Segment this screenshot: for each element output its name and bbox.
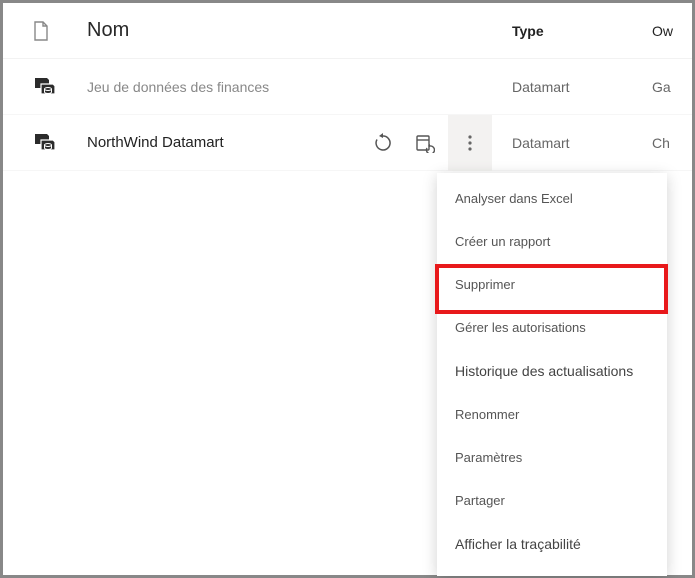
header-owner[interactable]: Ow — [652, 23, 692, 39]
refresh-button[interactable] — [364, 124, 402, 162]
row-actions — [362, 115, 492, 171]
menu-analyze-excel[interactable]: Analyser dans Excel — [437, 177, 667, 220]
row-icon-cell — [31, 131, 65, 155]
datamart-icon — [31, 75, 59, 99]
more-options-button[interactable] — [448, 115, 492, 171]
menu-settings[interactable]: Paramètres — [437, 436, 667, 479]
menu-create-report[interactable]: Créer un rapport — [437, 220, 667, 263]
menu-rename[interactable]: Renommer — [437, 393, 667, 436]
header-icon-cell — [31, 20, 65, 42]
document-icon — [31, 20, 51, 42]
menu-view-lineage[interactable]: Afficher la traçabilité — [437, 522, 667, 566]
row-type: Datamart — [492, 79, 652, 95]
schedule-refresh-button[interactable] — [406, 124, 444, 162]
row-name[interactable]: Jeu de données des finances — [65, 79, 362, 95]
row-owner: Ga — [652, 79, 692, 95]
header-type[interactable]: Type — [492, 23, 652, 39]
row-owner: Ch — [652, 135, 692, 151]
datamart-icon — [31, 131, 59, 155]
menu-manage-permissions[interactable]: Gérer les autorisations — [437, 306, 667, 349]
menu-share[interactable]: Partager — [437, 479, 667, 522]
row-name[interactable]: NorthWind Datamart — [65, 134, 362, 151]
context-menu: Analyser dans Excel Créer un rapport Sup… — [437, 173, 667, 576]
header-name[interactable]: Nom — [65, 19, 362, 42]
row-type: Datamart — [492, 135, 652, 151]
row-icon-cell — [31, 75, 65, 99]
table-row[interactable]: Jeu de données des finances Datamart Ga — [3, 59, 692, 115]
table-header: Nom Type Ow — [3, 3, 692, 59]
table-row[interactable]: NorthWind Datamart Datamart Ch — [3, 115, 692, 171]
menu-refresh-history[interactable]: Historique des actualisations — [437, 349, 667, 393]
menu-delete[interactable]: Supprimer — [437, 263, 667, 306]
